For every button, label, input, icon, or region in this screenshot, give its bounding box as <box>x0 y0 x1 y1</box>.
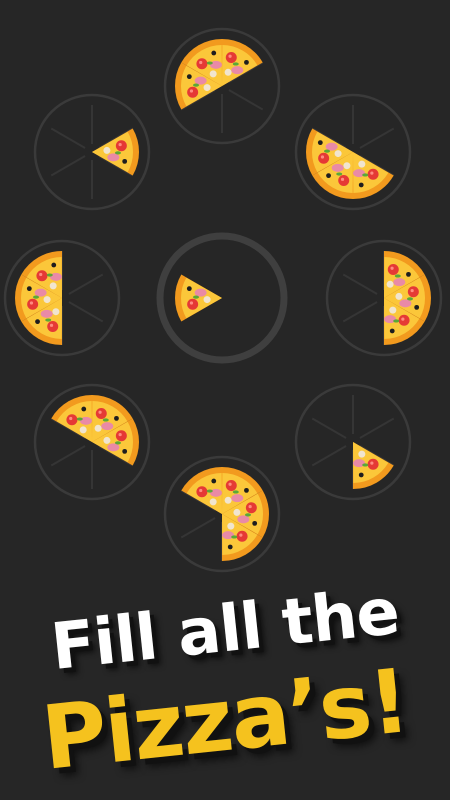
pizza-slice <box>92 128 139 176</box>
plate-spoke <box>68 273 104 295</box>
plate-spoke <box>180 517 216 539</box>
pizza-slice <box>175 274 222 322</box>
plate-center[interactable] <box>156 232 288 364</box>
plate-upper-left[interactable] <box>33 93 151 211</box>
plate-spoke <box>68 301 104 323</box>
plate-spoke <box>359 127 395 149</box>
plate-middle-right[interactable] <box>325 239 443 357</box>
plate-lower-right[interactable] <box>294 383 412 501</box>
plate-spoke <box>359 417 395 439</box>
plate-spoke <box>50 155 86 177</box>
pizza-slice <box>51 395 92 442</box>
plate-spoke <box>50 445 86 467</box>
plate-spoke <box>50 127 86 149</box>
pizza-slice <box>353 152 394 199</box>
plate-upper-right[interactable] <box>294 93 412 211</box>
plate-spoke <box>311 445 347 467</box>
plate-lower-left[interactable] <box>33 383 151 501</box>
pizza-slice <box>353 442 394 489</box>
pizza-slice <box>222 39 263 86</box>
plate-bottom[interactable] <box>163 455 281 573</box>
plate-middle-left[interactable] <box>3 239 121 357</box>
plate-top[interactable] <box>163 27 281 145</box>
plate-spoke <box>342 301 378 323</box>
plate-spoke <box>342 273 378 295</box>
plate-spoke <box>311 417 347 439</box>
pizza-slice <box>181 467 222 514</box>
plate-spoke <box>228 89 264 111</box>
